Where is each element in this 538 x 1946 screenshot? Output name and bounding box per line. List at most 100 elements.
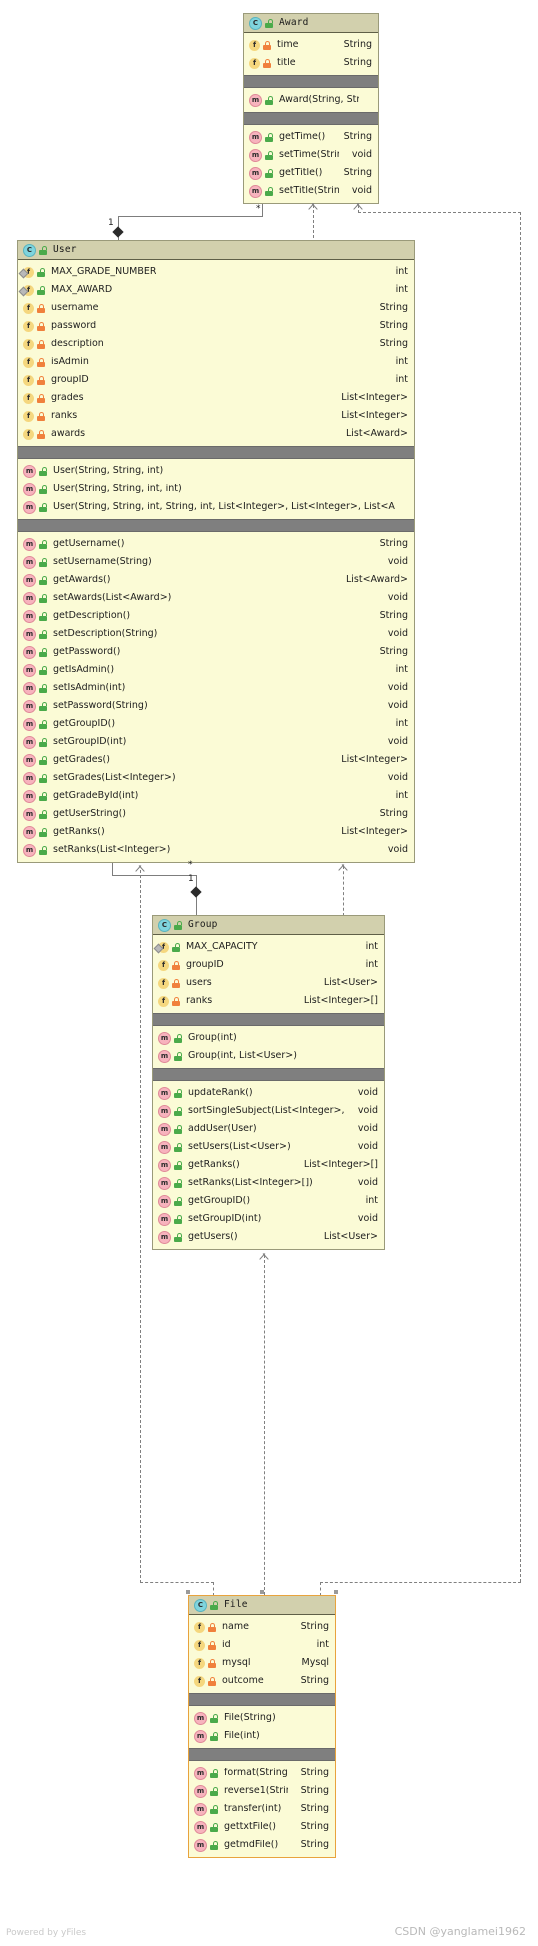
public-unlock-icon [39,683,47,693]
field-row[interactable]: f id int [189,1636,335,1654]
method-row[interactable]: m getDescription() String [18,607,414,625]
class-name-group: Group [188,919,218,931]
method-row[interactable]: m setRanks(List<Integer>[]) void [153,1174,384,1192]
methods-section-group: m updateRank() void m sortSingleSubject(List… [153,1081,384,1249]
public-unlock-icon [174,1160,182,1170]
field-icon: f [23,302,34,314]
field-row[interactable]: f grades List<Integer> [18,389,414,407]
method-row[interactable]: m setTime(String) void [244,146,378,164]
fields-section-user: f MAX_GRADE_NUMBER int f MAX_AWARD int f userna… [18,260,414,446]
selection-handle-n[interactable] [260,1590,264,1594]
field-row[interactable]: f MAX_AWARD int [18,281,414,299]
member-name: getRanks() [188,1160,240,1170]
method-row[interactable]: m File(int) [189,1727,335,1745]
method-row[interactable]: m Group(int) [153,1029,384,1047]
method-icon: m [194,1802,207,1816]
method-row[interactable]: m sortSingleSubject(List<Integer>, int) vo… [153,1102,384,1120]
method-row[interactable]: m File(String) [189,1709,335,1727]
public-unlock-icon [39,647,47,657]
field-row[interactable]: f description String [18,335,414,353]
method-row[interactable]: m setGroupID(int) void [153,1210,384,1228]
method-row[interactable]: m User(String, String, int, String, int, … [18,498,414,516]
selection-handle-nw[interactable] [186,1590,190,1594]
field-row[interactable]: f username String [18,299,414,317]
method-row[interactable]: m format(String, int) String [189,1764,335,1782]
field-row[interactable]: f ranks List<Integer>[] [153,992,384,1010]
method-row[interactable]: m setGroupID(int) void [18,733,414,751]
method-row[interactable]: m getAwards() List<Award> [18,571,414,589]
method-row[interactable]: m getGradeById(int) int [18,787,414,805]
public-unlock-icon [39,502,47,512]
public-unlock-icon [265,95,273,105]
method-row[interactable]: m getGroupID() int [153,1192,384,1210]
method-row[interactable]: m setPassword(String) void [18,697,414,715]
private-lock-icon [37,411,45,421]
method-row[interactable]: m addUser(User) void [153,1120,384,1138]
member-name: format(String, int) [224,1768,288,1778]
method-row[interactable]: m setUsers(List<User>) void [153,1138,384,1156]
method-row[interactable]: m setAwards(List<Award>) void [18,589,414,607]
method-row[interactable]: m gettxtFile() String [189,1818,335,1836]
method-row[interactable]: m setDescription(String) void [18,625,414,643]
member-name: getUserString() [53,809,127,819]
multiplicity-user-award-target: * [256,204,261,214]
method-row[interactable]: m setRanks(List<Integer>) void [18,841,414,859]
class-box-file[interactable]: C File f name String f id int f mysql Mysql f outc… [188,1595,336,1858]
method-icon: m [194,1820,207,1834]
method-row[interactable]: m getIsAdmin() int [18,661,414,679]
method-row[interactable]: m reverse1(String) String [189,1782,335,1800]
field-row[interactable]: f MAX_CAPACITY int [153,938,384,956]
selection-handle-ne[interactable] [334,1590,338,1594]
class-box-group[interactable]: C Group f MAX_CAPACITY int f groupID int f user… [152,915,385,1250]
method-icon: m [158,1049,171,1063]
method-row[interactable]: m Group(int, List<User>) [153,1047,384,1065]
method-row[interactable]: m getPassword() String [18,643,414,661]
field-icon: f [23,284,34,296]
member-type: String [343,57,372,69]
field-row[interactable]: f groupID int [18,371,414,389]
field-row[interactable]: f ranks List<Integer> [18,407,414,425]
method-row[interactable]: m getRanks() List<Integer>[] [153,1156,384,1174]
method-row[interactable]: m getRanks() List<Integer> [18,823,414,841]
member-name: MAX_CAPACITY [186,942,258,952]
method-row[interactable]: m getUsername() String [18,535,414,553]
method-row[interactable]: m getUserString() String [18,805,414,823]
field-row[interactable]: f outcome String [189,1672,335,1690]
method-row[interactable]: m transfer(int) String [189,1800,335,1818]
method-row[interactable]: m setGrades(List<Integer>) void [18,769,414,787]
method-row[interactable]: m getTime() String [244,128,378,146]
field-row[interactable]: f mysql Mysql [189,1654,335,1672]
field-row[interactable]: f awards List<Award> [18,425,414,443]
edge-group-user-dependency [343,866,344,916]
member-name: grades [51,393,84,403]
field-row[interactable]: f name String [189,1618,335,1636]
method-icon: m [23,609,36,623]
method-row[interactable]: m User(String, String, int) [18,462,414,480]
method-row[interactable]: m getGrades() List<Integer> [18,751,414,769]
field-row[interactable]: f users List<User> [153,974,384,992]
method-row[interactable]: m setIsAdmin(int) void [18,679,414,697]
method-row[interactable]: m Award(String, String) [244,91,378,109]
method-icon: m [23,573,36,587]
method-row[interactable]: m getGroupID() int [18,715,414,733]
field-row[interactable]: f MAX_GRADE_NUMBER int [18,263,414,281]
field-row[interactable]: f groupID int [153,956,384,974]
method-row[interactable]: m setUsername(String) void [18,553,414,571]
method-row[interactable]: m setTitle(String) void [244,182,378,200]
field-row[interactable]: f password String [18,317,414,335]
class-box-award[interactable]: C Award f time String f title String m Award(S… [243,13,379,204]
section-separator [244,112,378,125]
method-icon: m [23,789,36,803]
member-type: void [351,149,372,161]
multiplicity-group-user-target: * [188,860,193,870]
field-row[interactable]: f title String [244,54,378,72]
public-unlock-icon [39,737,47,747]
method-row[interactable]: m updateRank() void [153,1084,384,1102]
method-row[interactable]: m getUsers() List<User> [153,1228,384,1246]
method-row[interactable]: m getTitle() String [244,164,378,182]
method-row[interactable]: m User(String, String, int, int) [18,480,414,498]
field-row[interactable]: f isAdmin int [18,353,414,371]
method-row[interactable]: m getmdFile() String [189,1836,335,1854]
class-box-user[interactable]: C User f MAX_GRADE_NUMBER int f MAX_AWARD int… [17,240,415,863]
field-row[interactable]: f time String [244,36,378,54]
